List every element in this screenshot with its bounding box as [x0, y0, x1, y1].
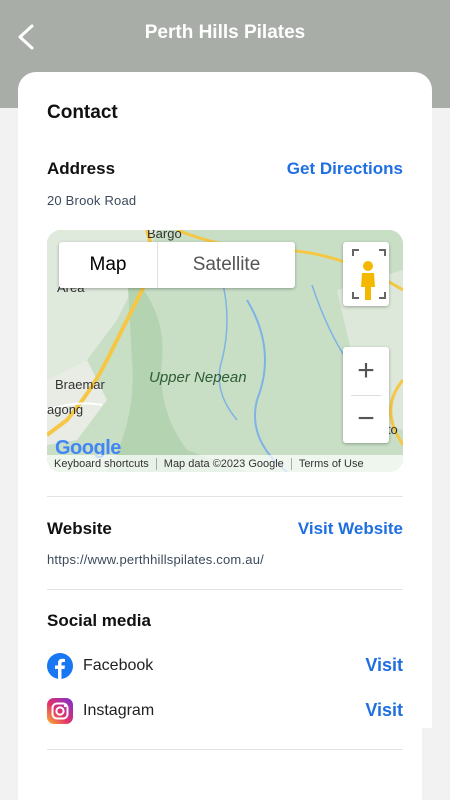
social-name: Instagram [83, 702, 155, 719]
map-place-label: Braemar [55, 377, 105, 392]
address-label: Address [47, 159, 116, 178]
map-place-label: Bargo [147, 230, 182, 241]
social-name: Facebook [83, 657, 154, 674]
street-view-pegman[interactable] [343, 242, 389, 306]
satellite-tab[interactable]: Satellite [158, 242, 295, 288]
map-place-label: Upper Nepean [149, 369, 247, 386]
visit-website-link[interactable]: Visit Website [298, 519, 403, 539]
facebook-icon [47, 653, 73, 679]
visit-facebook-link[interactable]: Visit [365, 655, 403, 676]
contact-heading: Contact [47, 102, 118, 123]
pegman-icon [352, 249, 386, 300]
zoom-control: + − [343, 347, 389, 443]
divider [47, 749, 403, 750]
visit-instagram-link[interactable]: Visit [365, 700, 403, 721]
map-type-toggle: Map Satellite [59, 242, 295, 288]
social-media-label: Social media [47, 611, 151, 630]
terms-of-use-link[interactable]: Terms of Use [292, 458, 371, 470]
map-attribution: Keyboard shortcuts Map data ©2023 Google… [47, 455, 403, 472]
divider [47, 589, 403, 590]
screen-edge [4, 728, 18, 800]
divider [47, 496, 403, 497]
screen-edge [422, 728, 436, 800]
map-data-text: Map data ©2023 Google [157, 457, 292, 470]
zoom-out-button[interactable]: − [343, 395, 389, 443]
website-url: https://www.perthhillspilates.com.au/ [47, 552, 264, 567]
map-view[interactable]: Bargo Upper Nepean Braemar agong Area Da… [47, 230, 403, 472]
social-item-instagram: Instagram Visit [47, 696, 403, 726]
get-directions-link[interactable]: Get Directions [287, 159, 403, 179]
social-item-facebook: Facebook Visit [47, 651, 403, 681]
zoom-in-button[interactable]: + [343, 347, 389, 395]
contact-card: Contact Address Get Directions 20 Brook … [18, 72, 432, 800]
keyboard-shortcuts-link[interactable]: Keyboard shortcuts [47, 457, 157, 470]
map-tab[interactable]: Map [59, 242, 158, 288]
website-label: Website [47, 519, 112, 538]
page-title: Perth Hills Pilates [144, 22, 306, 43]
address-value: 20 Brook Road [47, 193, 137, 208]
map-place-label: agong [47, 402, 84, 417]
instagram-icon [47, 698, 73, 724]
